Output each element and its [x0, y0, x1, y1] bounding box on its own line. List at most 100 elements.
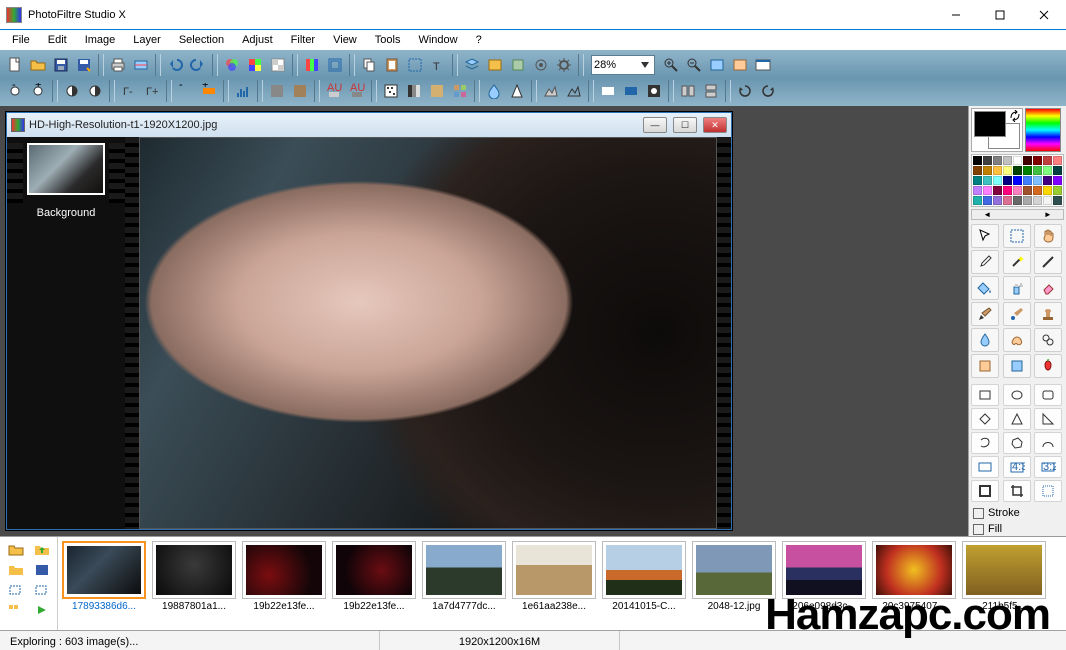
scroll-right-icon[interactable]: ► — [1033, 210, 1063, 219]
gamma-minus-icon[interactable]: Γ- — [118, 80, 140, 102]
thumbnail-item[interactable]: 17893386d6... — [62, 541, 146, 612]
menu-file[interactable]: File — [4, 32, 38, 48]
rgb-mode-icon[interactable] — [221, 54, 243, 76]
relief-icon[interactable] — [540, 80, 562, 102]
rotate-right-icon[interactable] — [757, 80, 779, 102]
color-swatch[interactable] — [993, 166, 1002, 175]
color-swatch[interactable] — [1013, 156, 1022, 165]
color-swatch[interactable] — [1033, 196, 1042, 205]
color-swatch[interactable] — [983, 196, 992, 205]
ratio-43-icon[interactable]: 4:3 — [1003, 456, 1031, 478]
color-swatch[interactable] — [993, 196, 1002, 205]
rect-shape-icon[interactable] — [971, 384, 999, 406]
foreground-background-swatch[interactable] — [971, 108, 1023, 152]
brush-tool-icon[interactable] — [971, 302, 999, 326]
thumbnail-item[interactable]: 20141015-C... — [602, 541, 686, 612]
color-swatch[interactable] — [983, 156, 992, 165]
window-close-button[interactable] — [1022, 0, 1066, 30]
menu-view[interactable]: View — [325, 32, 365, 48]
menu-filter[interactable]: Filter — [283, 32, 323, 48]
color-swatch[interactable] — [1013, 196, 1022, 205]
explorer-subfolder-icon[interactable] — [4, 561, 28, 579]
color-swatch[interactable] — [973, 196, 982, 205]
rounded-rect-shape-icon[interactable] — [1034, 384, 1062, 406]
plugins-icon[interactable] — [507, 54, 529, 76]
crop-icon[interactable] — [1003, 480, 1031, 502]
gradient-tool-icon[interactable] — [597, 80, 619, 102]
color-swatch[interactable] — [1033, 186, 1042, 195]
color-spectrum[interactable] — [1025, 108, 1061, 152]
auto-adjust-icon[interactable]: AUTO — [323, 80, 345, 102]
ratio-32-icon[interactable]: 3:2 — [1034, 456, 1062, 478]
indexed-mode-icon[interactable] — [244, 54, 266, 76]
layer-thumbnail[interactable] — [27, 143, 105, 195]
stroke-option[interactable]: Stroke — [971, 506, 1064, 520]
menu-edit[interactable]: Edit — [40, 32, 75, 48]
polygon-shape-icon[interactable] — [1003, 432, 1031, 454]
edge-icon[interactable] — [563, 80, 585, 102]
color-swatch[interactable] — [1033, 176, 1042, 185]
color-swatch[interactable] — [1003, 196, 1012, 205]
posterize-icon[interactable] — [403, 80, 425, 102]
color-swatch[interactable] — [1013, 176, 1022, 185]
color-swatch[interactable] — [1043, 166, 1052, 175]
fill-option[interactable]: Fill — [971, 522, 1064, 536]
contrast-plus-icon[interactable] — [84, 80, 106, 102]
color-swatch[interactable] — [973, 186, 982, 195]
color-swatch[interactable] — [993, 176, 1002, 185]
doc-maximize-button[interactable]: ☐ — [673, 117, 697, 133]
copy-icon[interactable] — [358, 54, 380, 76]
print-icon[interactable] — [107, 54, 129, 76]
gamma-plus-icon[interactable]: Γ+ — [141, 80, 163, 102]
doc-minimize-button[interactable]: — — [643, 117, 667, 133]
open-file-icon[interactable] — [27, 54, 49, 76]
art-brush-tool-icon[interactable] — [1003, 354, 1031, 378]
save-as-icon[interactable] — [73, 54, 95, 76]
eyedropper-tool-icon[interactable] — [971, 250, 999, 274]
layers-panel-icon[interactable] — [461, 54, 483, 76]
color-swatch[interactable] — [1033, 166, 1042, 175]
color-picker-icon[interactable] — [620, 80, 642, 102]
thumbnail-strip[interactable]: 17893386d6...19887801a1...19b22e13fe...1… — [58, 537, 1066, 630]
thumbnail-item[interactable]: 1e61aa238e... — [512, 541, 596, 612]
save-icon[interactable] — [50, 54, 72, 76]
menu-layer[interactable]: Layer — [125, 32, 169, 48]
window-minimize-button[interactable] — [934, 0, 978, 30]
fullscreen-icon[interactable] — [752, 54, 774, 76]
retouch-tool-icon[interactable] — [971, 354, 999, 378]
color-swatch[interactable] — [973, 156, 982, 165]
preferences-icon[interactable] — [553, 54, 575, 76]
photomask-icon[interactable] — [643, 80, 665, 102]
color-swatch[interactable] — [1023, 196, 1032, 205]
contrast-minus-icon[interactable] — [61, 80, 83, 102]
blur-tool-icon[interactable] — [971, 328, 999, 352]
swatch-scroll[interactable]: ◄► — [971, 209, 1064, 220]
color-swatch[interactable] — [993, 186, 1002, 195]
brightness-plus-icon[interactable]: + — [27, 80, 49, 102]
color-swatch[interactable] — [993, 156, 1002, 165]
color-swatch[interactable] — [1043, 176, 1052, 185]
fill-checkbox[interactable] — [973, 524, 984, 535]
magic-wand-tool-icon[interactable] — [1003, 250, 1031, 274]
zoom-actual-icon[interactable] — [729, 54, 751, 76]
explorer-play-icon[interactable] — [30, 601, 54, 619]
stamp-tool-icon[interactable] — [1034, 302, 1062, 326]
color-swatch[interactable] — [1003, 156, 1012, 165]
scroll-left-icon[interactable]: ◄ — [972, 210, 1002, 219]
doc-close-button[interactable]: ✕ — [703, 117, 727, 133]
menu-adjust[interactable]: Adjust — [234, 32, 281, 48]
explorer-options-icon[interactable] — [30, 581, 54, 599]
color-swatch[interactable] — [983, 176, 992, 185]
image-size-icon[interactable] — [324, 54, 346, 76]
zoom-input[interactable] — [594, 59, 638, 71]
fill-tool-icon[interactable] — [971, 276, 999, 300]
explorer-view-icon[interactable] — [4, 601, 28, 619]
document-window[interactable]: HD-High-Resolution-t1-1920X1200.jpg — ☐ … — [6, 112, 732, 530]
thumbnail-item[interactable]: 19b22e13fe... — [332, 541, 416, 612]
zoom-in-icon[interactable] — [660, 54, 682, 76]
saturation-minus-icon[interactable]: - — [175, 80, 197, 102]
sepia-icon[interactable] — [289, 80, 311, 102]
scan-icon[interactable] — [130, 54, 152, 76]
color-swatch[interactable] — [1023, 186, 1032, 195]
menu-selection[interactable]: Selection — [171, 32, 232, 48]
